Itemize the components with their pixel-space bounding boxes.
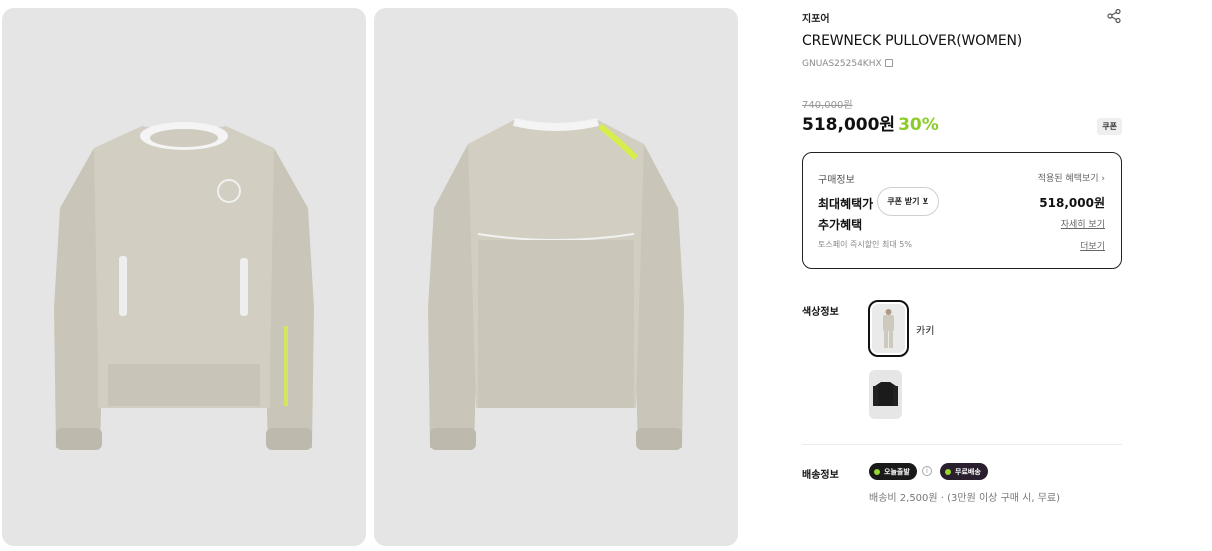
get-coupon-button[interactable]: 쿠폰 받기 ⊻: [877, 187, 939, 216]
shipping-info-label: 배송정보: [802, 470, 839, 481]
coupon-badge[interactable]: 쿠폰: [1097, 118, 1122, 135]
black-thumbnail: [873, 382, 898, 406]
applied-benefits-link[interactable]: 적용된 혜택보기 ›: [1038, 171, 1105, 184]
max-benefit-price: 518,000원: [1039, 196, 1105, 210]
color-swatch-black[interactable]: [869, 370, 902, 419]
share-icon[interactable]: [1106, 8, 1122, 24]
front-garment-illustration: [54, 122, 314, 450]
color-swatch-khaki[interactable]: [868, 300, 909, 357]
khaki-thumbnail: [883, 309, 894, 348]
more-link[interactable]: 더보기: [1080, 239, 1105, 252]
sale-price: 518,000원: [802, 115, 896, 135]
free-shipping-text: 무료배송: [955, 467, 981, 476]
section-divider: [802, 444, 1122, 445]
product-title: CREWNECK PULLOVER(WOMEN): [802, 33, 1023, 49]
see-details-link[interactable]: 자세히 보기: [1061, 217, 1105, 230]
free-shipping-badge: 무료배송: [940, 463, 988, 480]
purchase-info-label: 구매정보: [818, 175, 855, 186]
copy-icon[interactable]: [884, 59, 893, 67]
today-shipping-text: 오늘출발: [884, 467, 910, 476]
tosspay-discount-text: 토스페이 즉시할인 최대 5%: [818, 240, 912, 249]
free-shipping-icon: [945, 468, 951, 475]
today-shipping-badge: 오늘출발: [869, 463, 917, 480]
max-benefit-label: 최대혜택가: [818, 197, 874, 211]
extra-benefit-label: 추가혜택: [818, 218, 863, 232]
color-info-label: 색상정보: [802, 307, 839, 318]
product-code-text: GNUAS25254KHX: [802, 59, 882, 69]
original-price: 740,000원: [802, 100, 853, 111]
product-image-back[interactable]: [374, 8, 738, 546]
truck-icon: [874, 468, 880, 475]
brand-name[interactable]: 지포어: [802, 10, 830, 25]
back-garment-illustration: [428, 118, 684, 450]
product-image-front[interactable]: [2, 8, 366, 546]
product-info-panel: 지포어 CREWNECK PULLOVER(WOMEN) GNUAS25254K…: [802, 0, 1122, 551]
selected-color-name: 카키: [916, 326, 935, 337]
shipping-fee-text: 배송비 2,500원 · (3만원 이상 구매 시, 무료): [869, 493, 1061, 504]
discount-rate: 30%: [898, 115, 939, 135]
benefit-box: 구매정보 적용된 혜택보기 › 최대혜택가 쿠폰 받기 ⊻ 518,000원 추…: [802, 152, 1122, 269]
info-icon[interactable]: i: [922, 466, 932, 476]
product-code: GNUAS25254KHX: [802, 59, 893, 69]
price-row: 518,000원 30%: [802, 110, 939, 135]
